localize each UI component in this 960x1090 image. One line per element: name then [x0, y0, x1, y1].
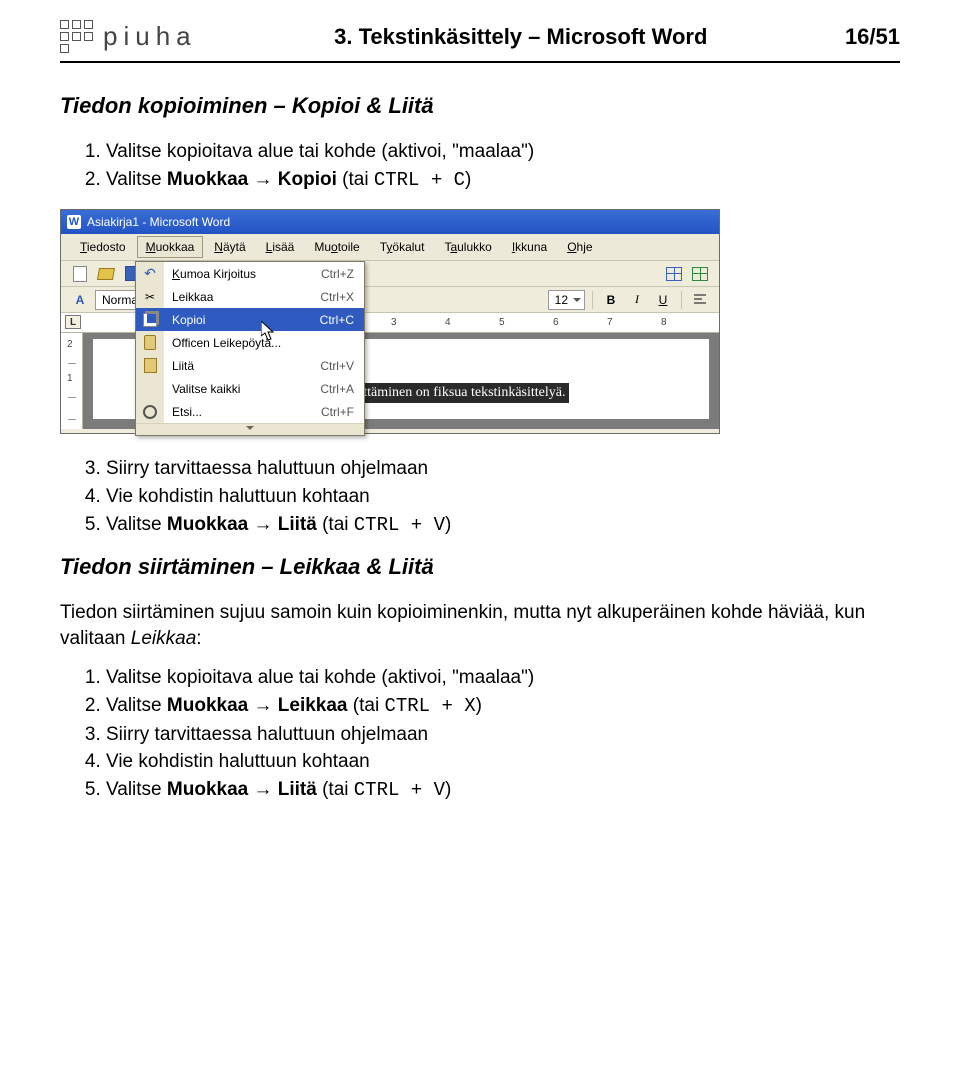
word-screenshot: W Asiakirja1 - Microsoft Word Tiedosto M… [60, 209, 720, 434]
table-icon[interactable] [663, 264, 685, 284]
dd-paste[interactable]: LiitäCtrl+V [136, 354, 364, 377]
list-item: Vie kohdistin haluttuun kohtaan [106, 484, 900, 510]
intro-paragraph: Tiedon siirtäminen sujuu samoin kuin kop… [60, 600, 900, 651]
list-item: Siirry tarvittaessa haluttuun ohjelmaan [106, 722, 900, 748]
menu-nayta[interactable]: Näytä [205, 236, 254, 258]
list-item: Valitse kopioitava alue tai kohde (aktiv… [106, 139, 900, 165]
word-icon: W [67, 215, 81, 229]
menu-tiedosto[interactable]: Tiedosto [71, 236, 135, 258]
steps-copy: Valitse kopioitava alue tai kohde (aktiv… [84, 139, 900, 193]
menu-muokkaa[interactable]: Muokkaa [137, 236, 204, 258]
dd-undo[interactable]: Kumoa KirjoitusCtrl+Z [136, 262, 364, 285]
list-item: Valitse Muokkaa → Leikkaa (tai CTRL + X) [106, 693, 900, 720]
section-title-cut: Tiedon siirtäminen – Leikkaa & Liitä [60, 554, 900, 580]
dd-office-clipboard[interactable]: Officen Leikepöytä... [136, 331, 364, 354]
list-item: Valitse Muokkaa → Liitä (tai CTRL + V) [106, 512, 900, 539]
steps-cut: Valitse kopioitava alue tai kohde (aktiv… [84, 665, 900, 803]
divider [60, 61, 900, 63]
dd-expand[interactable] [136, 423, 364, 435]
list-item: Vie kohdistin haluttuun kohtaan [106, 749, 900, 775]
logo-icon [60, 20, 93, 53]
menu-taulukko[interactable]: Taulukko [435, 236, 500, 258]
fontsize-combo[interactable]: 12 [548, 290, 585, 310]
list-item: Valitse Muokkaa → Kopioi (tai CTRL + C) [106, 167, 900, 194]
brand-name: piuha [103, 21, 197, 52]
section-title-copy: Tiedon kopioiminen – Kopioi & Liitä [60, 93, 900, 119]
dd-find[interactable]: Etsi...Ctrl+F [136, 400, 364, 423]
tab-type-icon[interactable]: L [65, 315, 81, 329]
app-title: Asiakirja1 - Microsoft Word [87, 215, 230, 229]
styles-pane-icon[interactable]: A [69, 290, 91, 310]
page-number: 16/51 [845, 24, 900, 50]
menu-lisaa[interactable]: Lisää [257, 236, 304, 258]
dd-copy[interactable]: KopioiCtrl+C [136, 308, 364, 331]
list-item: Valitse kopioitava alue tai kohde (aktiv… [106, 665, 900, 691]
dd-cut[interactable]: LeikkaaCtrl+X [136, 285, 364, 308]
excel-icon[interactable] [689, 264, 711, 284]
steps-copy-continued: Siirry tarvittaessa haluttuun ohjelmaan … [84, 456, 900, 538]
italic-button[interactable]: I [626, 290, 648, 310]
vertical-ruler: 2 1 [61, 333, 83, 429]
underline-button[interactable]: U [652, 290, 674, 310]
list-item: Valitse Muokkaa → Liitä (tai CTRL + V) [106, 777, 900, 804]
menu-muokkaa-dropdown: Kumoa KirjoitusCtrl+Z LeikkaaCtrl+X Kopi… [135, 261, 365, 436]
menu-tyokalut[interactable]: Työkalut [371, 236, 434, 258]
open-icon[interactable] [95, 264, 117, 284]
list-item: Siirry tarvittaessa haluttuun ohjelmaan [106, 456, 900, 482]
document-title: 3. Tekstinkäsittely – Microsoft Word [334, 24, 707, 50]
menu-ohje[interactable]: Ohje [558, 236, 601, 258]
dd-select-all[interactable]: Valitse kaikkiCtrl+A [136, 377, 364, 400]
menu-ikkuna[interactable]: Ikkuna [503, 236, 556, 258]
page-header: piuha 3. Tekstinkäsittely – Microsoft Wo… [60, 20, 900, 53]
menu-muotoile[interactable]: Muotoile [305, 236, 368, 258]
align-left-icon[interactable] [689, 290, 711, 310]
bold-button[interactable]: B [600, 290, 622, 310]
app-titlebar: W Asiakirja1 - Microsoft Word [61, 210, 719, 234]
new-icon[interactable] [69, 264, 91, 284]
menubar: Tiedosto Muokkaa Näytä Lisää Muotoile Ty… [61, 234, 719, 261]
